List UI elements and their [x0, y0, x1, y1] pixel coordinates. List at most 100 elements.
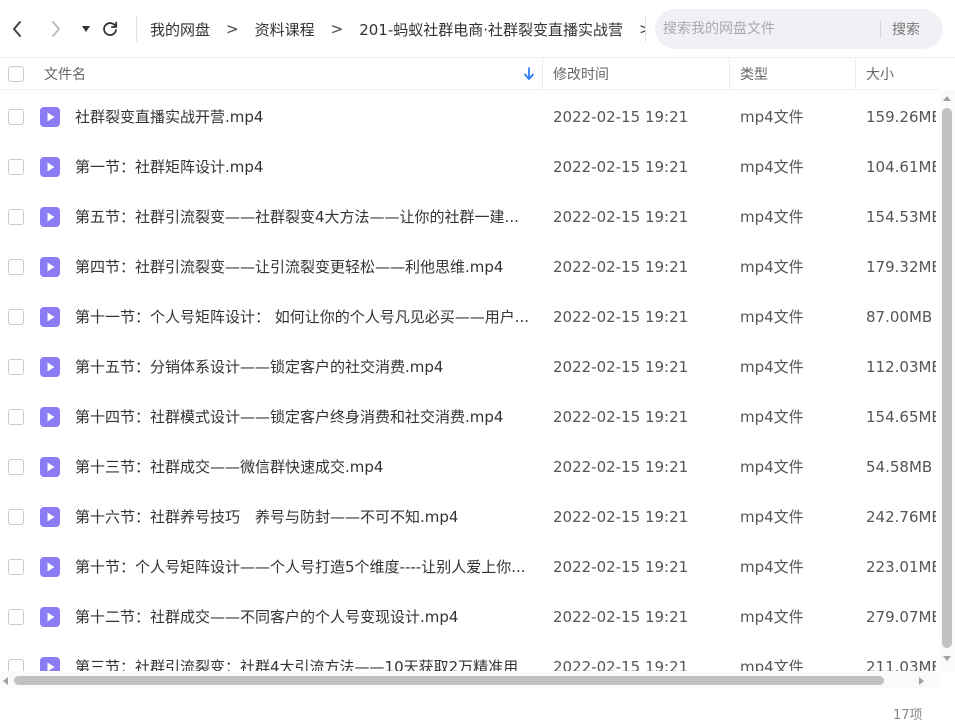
breadcrumb-separator: > — [226, 20, 239, 38]
select-all-checkbox[interactable] — [8, 66, 24, 82]
breadcrumb-separator: > — [633, 20, 645, 38]
file-type: mp4文件 — [740, 658, 804, 671]
video-file-icon — [40, 107, 60, 127]
video-file-icon — [40, 457, 60, 477]
file-row-checkbox[interactable] — [8, 509, 24, 525]
search-input[interactable] — [655, 9, 865, 49]
video-file-icon — [40, 607, 60, 627]
file-row[interactable]: 第十五节：分销体系设计——锁定客户的社交消费.mp4 2022-02-15 19:… — [0, 342, 940, 392]
scroll-up-arrow-icon[interactable] — [941, 93, 953, 103]
file-name[interactable]: 第十四节：社群模式设计——锁定客户终身消费和社交消费.mp4 — [75, 392, 535, 442]
file-row[interactable]: 第五节：社群引流裂变——社群裂变4大方法——让你的社群一建... 2022-02-… — [0, 192, 940, 242]
back-button[interactable] — [4, 13, 30, 45]
column-header-type[interactable]: 类型 — [740, 58, 768, 90]
dropdown-caret-icon — [82, 26, 90, 32]
file-row-checkbox[interactable] — [8, 159, 24, 175]
file-browser-window: 我的网盘 > 资料课程 > 201-蚂蚁社群电商·社群裂变直播实战营 > 搜索 … — [0, 0, 955, 723]
file-size: 159.26MB — [866, 108, 936, 126]
video-file-icon — [40, 307, 60, 327]
file-name[interactable]: 第十六节：社群养号技巧 养号与防封——不可不知.mp4 — [75, 492, 535, 542]
file-row-checkbox[interactable] — [8, 559, 24, 575]
sort-indicator[interactable] — [523, 58, 535, 90]
search-button[interactable]: 搜索 — [892, 19, 920, 39]
file-row-checkbox[interactable] — [8, 259, 24, 275]
file-row-checkbox[interactable] — [8, 209, 24, 225]
scroll-left-arrow-icon[interactable] — [1, 676, 11, 686]
file-size: 104.61MB — [866, 158, 936, 176]
video-file-icon — [40, 557, 60, 577]
file-row-checkbox[interactable] — [8, 459, 24, 475]
file-type: mp4文件 — [740, 558, 804, 576]
file-row[interactable]: 第十一节：个人号矩阵设计： 如何让你的个人号凡见必买——用户... 2022-02… — [0, 292, 940, 342]
column-divider[interactable] — [542, 58, 543, 90]
scroll-down-arrow-icon[interactable] — [941, 654, 953, 664]
file-row[interactable]: 第十四节：社群模式设计——锁定客户终身消费和社交消费.mp4 2022-02-15… — [0, 392, 940, 442]
file-row[interactable]: 第十节：个人号矩阵设计——个人号打造5个维度----让别人爱上你... 2022-… — [0, 542, 940, 592]
vertical-scrollbar-thumb[interactable] — [942, 108, 952, 648]
file-size: 87.00MB — [866, 308, 933, 326]
file-row-checkbox[interactable] — [8, 409, 24, 425]
file-type: mp4文件 — [740, 258, 804, 276]
file-name[interactable]: 第十五节：分销体系设计——锁定客户的社交消费.mp4 — [75, 342, 535, 392]
file-name[interactable]: 第十一节：个人号矩阵设计： 如何让你的个人号凡见必买——用户... — [75, 292, 535, 342]
file-row-checkbox[interactable] — [8, 609, 24, 625]
file-modified-time: 2022-02-15 19:21 — [553, 408, 689, 426]
file-name[interactable]: 第三节：社群引流裂变：社群4大引流方法——10天获取2万精准用 — [75, 642, 535, 671]
sort-down-arrow-icon — [524, 67, 534, 80]
file-modified-time: 2022-02-15 19:21 — [553, 208, 689, 226]
file-name[interactable]: 第五节：社群引流裂变——社群裂变4大方法——让你的社群一建... — [75, 192, 535, 242]
forward-button[interactable] — [43, 13, 69, 45]
breadcrumb-item-courses[interactable]: 资料课程 — [245, 19, 325, 40]
select-all-cell — [8, 58, 24, 90]
file-size: 154.53MB — [866, 208, 936, 226]
file-modified-time: 2022-02-15 19:21 — [553, 458, 689, 476]
file-size: 242.76MB — [866, 508, 936, 526]
breadcrumb-item-current-folder[interactable]: 201-蚂蚁社群电商·社群裂变直播实战营 — [349, 19, 633, 40]
file-row-checkbox[interactable] — [8, 109, 24, 125]
file-type: mp4文件 — [740, 408, 804, 426]
file-size: 179.32MB — [866, 258, 936, 276]
file-type: mp4文件 — [740, 508, 804, 526]
video-file-icon — [40, 207, 60, 227]
file-row[interactable]: 第四节：社群引流裂变——让引流裂变更轻松——利他思维.mp4 2022-02-15… — [0, 242, 940, 292]
file-type: mp4文件 — [740, 358, 804, 376]
scroll-right-arrow-icon[interactable] — [916, 676, 926, 686]
file-row-checkbox[interactable] — [8, 309, 24, 325]
file-size: 154.65MB — [866, 408, 936, 426]
column-divider[interactable] — [855, 58, 856, 90]
video-file-icon — [40, 357, 60, 377]
item-count: 17项 — [893, 708, 923, 723]
column-divider[interactable] — [729, 58, 730, 90]
file-type: mp4文件 — [740, 458, 804, 476]
video-file-icon — [40, 157, 60, 177]
chevron-left-icon — [13, 21, 21, 37]
refresh-button[interactable] — [97, 13, 123, 45]
column-header-modified[interactable]: 修改时间 — [553, 58, 609, 90]
horizontal-scrollbar-thumb[interactable] — [14, 676, 884, 685]
history-dropdown-button[interactable] — [73, 13, 99, 45]
file-row[interactable]: 第十六节：社群养号技巧 养号与防封——不可不知.mp4 2022-02-15 19… — [0, 492, 940, 542]
file-modified-time: 2022-02-15 19:21 — [553, 258, 689, 276]
column-header-size[interactable]: 大小 — [866, 58, 894, 90]
file-row[interactable]: 第十三节：社群成交——微信群快速成交.mp4 2022-02-15 19:21 mp… — [0, 442, 940, 492]
file-name[interactable]: 第十三节：社群成交——微信群快速成交.mp4 — [75, 442, 535, 492]
file-name[interactable]: 第四节：社群引流裂变——让引流裂变更轻松——利他思维.mp4 — [75, 242, 535, 292]
file-row[interactable]: 第十二节：社群成交——不同客户的个人号变现设计.mp4 2022-02-15 19… — [0, 592, 940, 642]
file-row-checkbox[interactable] — [8, 359, 24, 375]
file-type: mp4文件 — [740, 608, 804, 626]
file-row[interactable]: 社群裂变直播实战开营.mp4 2022-02-15 19:21 mp4文件 159.2… — [0, 92, 940, 142]
file-modified-time: 2022-02-15 19:21 — [553, 608, 689, 626]
breadcrumb-item-root[interactable]: 我的网盘 — [140, 19, 220, 40]
file-name[interactable]: 第一节：社群矩阵设计.mp4 — [75, 142, 535, 192]
file-row-checkbox[interactable] — [8, 659, 24, 671]
file-name[interactable]: 第十二节：社群成交——不同客户的个人号变现设计.mp4 — [75, 592, 535, 642]
file-row[interactable]: 第三节：社群引流裂变：社群4大引流方法——10天获取2万精准用 2022-02-1… — [0, 642, 940, 671]
file-name[interactable]: 社群裂变直播实战开营.mp4 — [75, 92, 535, 142]
toolbar-separator — [136, 16, 137, 42]
file-name[interactable]: 第十节：个人号矩阵设计——个人号打造5个维度----让别人爱上你... — [75, 542, 535, 592]
file-type: mp4文件 — [740, 158, 804, 176]
file-type: mp4文件 — [740, 108, 804, 126]
file-row[interactable]: 第一节：社群矩阵设计.mp4 2022-02-15 19:21 mp4文件 104.6… — [0, 142, 940, 192]
toolbar-separator — [645, 16, 646, 42]
column-header-name[interactable]: 文件名 — [44, 58, 86, 90]
